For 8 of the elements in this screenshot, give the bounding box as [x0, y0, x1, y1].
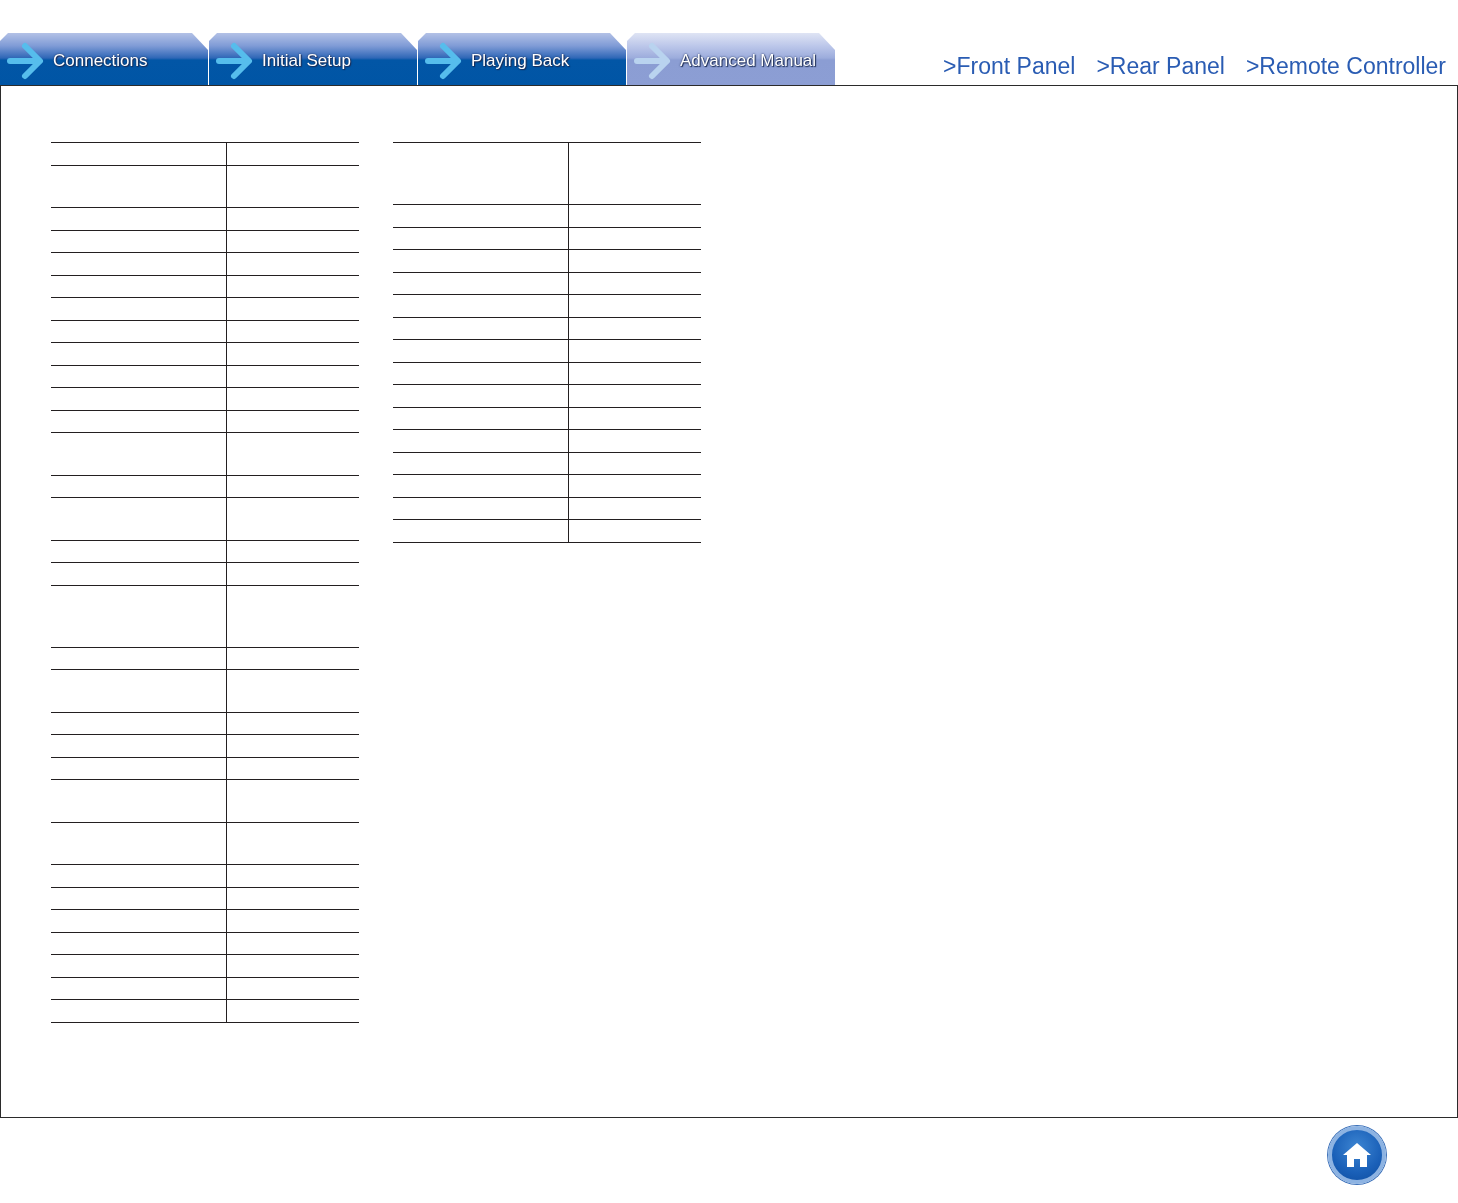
home-icon [1342, 1142, 1372, 1168]
home-button[interactable] [1328, 1126, 1386, 1184]
panel-link[interactable]: >Rear Panel [1096, 53, 1225, 80]
tab[interactable]: Initial Setup [209, 33, 417, 85]
tab[interactable]: Playing Back [418, 33, 626, 85]
tab[interactable]: Connections [0, 33, 208, 85]
panel-link[interactable]: >Front Panel [943, 53, 1076, 80]
panel-link[interactable]: >Remote Controller [1245, 53, 1446, 80]
